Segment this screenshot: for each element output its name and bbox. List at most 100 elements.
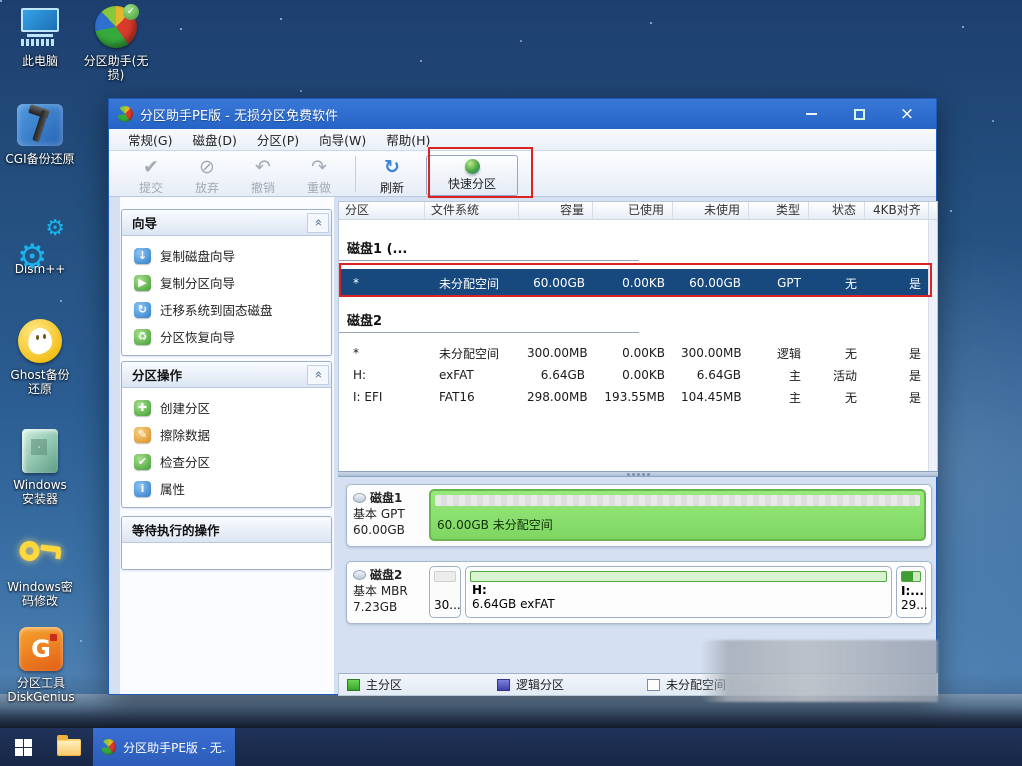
redo-arrow-icon: ↷	[311, 156, 327, 178]
sidebar-item-erase-data[interactable]: ✎ 擦除数据	[122, 421, 331, 448]
sidebar-item-partition-recovery[interactable]: ♻ 分区恢复向导	[122, 323, 331, 350]
collapse-chevron-icon[interactable]: «	[307, 364, 329, 385]
sidebar-item-copy-partition-wizard[interactable]: ▶ 复制分区向导	[122, 269, 331, 296]
menu-help[interactable]: 帮助(H)	[377, 128, 439, 151]
col-unused[interactable]: 未使用	[673, 202, 749, 219]
menu-general[interactable]: 常规(G)	[119, 128, 181, 151]
legend-logical: 逻辑分区	[497, 676, 647, 693]
copy-partition-icon: ▶	[134, 274, 151, 291]
disk2-group-label[interactable]: 磁盘2	[339, 308, 639, 333]
disk1-unallocated-segment[interactable]: 60.00GB 未分配空间	[429, 489, 926, 541]
table-scrollbar[interactable]	[928, 220, 937, 471]
wizard-panel-header[interactable]: 向导 «	[122, 210, 331, 236]
recovery-icon: ♻	[134, 328, 151, 345]
desktop-icon-windows-installer[interactable]: Windows安装器	[8, 428, 72, 507]
col-capacity[interactable]: 容量	[519, 202, 593, 219]
taskbar-active-task[interactable]: 分区助手PE版 - 无...	[92, 728, 236, 766]
window-title: 分区助手PE版 - 无损分区免费软件	[140, 108, 339, 124]
desktop-icon-label: 分区工具 DiskGenius	[7, 676, 75, 705]
disk2-size: 7.23GB	[353, 600, 398, 615]
discard-icon: ⊘	[199, 156, 215, 178]
col-4kb[interactable]: 4KB对齐	[865, 202, 929, 219]
windows-installer-icon	[22, 428, 58, 474]
disk1-card[interactable]: 磁盘1 基本 GPT 60.00GB 60.00GB 未分配空间	[346, 484, 932, 547]
undo-button[interactable]: ↶ 撤销	[235, 153, 291, 196]
desktop-icon-this-pc[interactable]: 此电脑	[8, 4, 72, 68]
col-partition[interactable]: 分区	[339, 202, 425, 219]
ghost-backup-icon	[18, 318, 62, 364]
unallocated-chip	[647, 678, 660, 691]
disk2-unallocated-segment[interactable]: 30...	[429, 566, 461, 618]
logical-partition-chip	[497, 678, 510, 691]
menu-wizard[interactable]: 向导(W)	[310, 128, 375, 151]
col-used[interactable]: 已使用	[593, 202, 673, 219]
table-row-disk2-i-efi[interactable]: I: EFI FAT16 298.00MB 193.55MB 104.45MB …	[339, 386, 937, 408]
minimize-button[interactable]	[798, 104, 824, 124]
this-pc-icon	[21, 4, 59, 50]
commit-check-icon: ✔	[143, 156, 159, 178]
window-titlebar[interactable]: 分区助手PE版 - 无损分区免费软件 ×	[109, 99, 936, 129]
check-partition-icon: ✔	[134, 453, 151, 470]
close-button[interactable]: ×	[894, 104, 920, 124]
desktop-icon-cgi-backup[interactable]: CGI备份还原	[2, 102, 78, 166]
partition-ops-header[interactable]: 分区操作 «	[122, 362, 331, 388]
redo-button[interactable]: ↷ 重做	[291, 153, 347, 196]
table-row-disk2-h[interactable]: H: exFAT 6.64GB 0.00KB 6.64GB 主 活动 是	[339, 364, 937, 386]
windows-password-key-icon	[15, 530, 63, 576]
col-type[interactable]: 类型	[749, 202, 809, 219]
folder-icon	[57, 734, 81, 756]
disk-icon	[353, 570, 366, 581]
properties-info-icon: i	[134, 480, 151, 497]
start-button[interactable]	[0, 728, 46, 766]
quick-partition-button[interactable]: 快速分区	[426, 155, 518, 196]
quick-partition-icon	[464, 159, 480, 174]
desktop-icon-diskgenius[interactable]: G 分区工具 DiskGenius	[4, 626, 78, 705]
disk2-h-segment[interactable]: H: 6.64GB exFAT	[465, 566, 892, 618]
app-icon	[117, 106, 133, 122]
menu-partition[interactable]: 分区(P)	[248, 128, 308, 151]
col-filesystem[interactable]: 文件系统	[425, 202, 519, 219]
sidebar-item-create-partition[interactable]: ✚ 创建分区	[122, 394, 331, 421]
file-explorer-button[interactable]	[46, 728, 92, 766]
dism-gears-icon: ⚙ ⚙	[17, 216, 65, 277]
sidebar-item-migrate-to-ssd[interactable]: ↻ 迁移系统到固态磁盘	[122, 296, 331, 323]
maximize-button[interactable]	[846, 104, 872, 124]
col-status[interactable]: 状态	[809, 202, 865, 219]
disk1-size: 60.00GB	[353, 523, 405, 538]
desktop-icon-dism[interactable]: ⚙ ⚙ Dism++	[8, 212, 72, 277]
window-body: 向导 « ↓ 复制磁盘向导 ▶ 复制分区向导 ↻ 迁移系统到固态磁盘 ♻ 分区恢…	[109, 197, 938, 696]
refresh-button[interactable]: ↻ 刷新	[364, 153, 420, 196]
desktop-icon-label: 此电脑	[21, 54, 58, 68]
desktop-icon-windows-password[interactable]: Windows密码修改	[6, 530, 74, 609]
sidebar-item-copy-disk-wizard[interactable]: ↓ 复制磁盘向导	[122, 242, 331, 269]
partition-assistant-icon: ✓	[95, 4, 139, 50]
partition-assistant-window: 分区助手PE版 - 无损分区免费软件 × 常规(G) 磁盘(D) 分区(P) 向…	[108, 98, 938, 696]
toolbar-separator	[355, 156, 356, 192]
commit-button[interactable]: ✔ 提交	[123, 153, 179, 196]
desktop-icon-ghost-backup[interactable]: Ghost备份还原	[6, 318, 74, 397]
disk1-type: 基本 GPT	[353, 507, 405, 522]
screen-artifact-overlay	[700, 640, 938, 702]
disk1-group-label[interactable]: 磁盘1 (...	[339, 236, 639, 261]
disk2-card[interactable]: 磁盘2 基本 MBR 7.23GB 30... H: 6.64GB exFAT …	[346, 561, 932, 624]
sidebar-item-check-partition[interactable]: ✔ 检查分区	[122, 448, 331, 475]
desktop-icon-partition-assistant[interactable]: ✓ 分区助手(无损)	[80, 4, 152, 83]
desktop-icon-label: Windows密码修改	[7, 580, 73, 609]
wizard-panel: 向导 « ↓ 复制磁盘向导 ▶ 复制分区向导 ↻ 迁移系统到固态磁盘 ♻ 分区恢…	[121, 209, 332, 356]
legend-primary: 主分区	[347, 676, 497, 693]
create-partition-icon: ✚	[134, 399, 151, 416]
discard-button[interactable]: ⊘ 放弃	[179, 153, 235, 196]
desktop-icon-label: Windows安装器	[13, 478, 67, 507]
windows-logo-icon	[14, 738, 32, 756]
table-row-disk2-unallocated[interactable]: * 未分配空间 300.00MB 0.00KB 300.00MB 逻辑 无 是	[339, 342, 937, 364]
toolbar: ✔ 提交 ⊘ 放弃 ↶ 撤销 ↷ 重做 ↻ 刷新 快速分区	[109, 151, 936, 197]
partition-table: 分区 文件系统 容量 已使用 未使用 类型 状态 4KB对齐 磁盘1 (... …	[338, 201, 938, 471]
collapse-chevron-icon[interactable]: «	[307, 212, 329, 233]
sidebar-item-properties[interactable]: i 属性	[122, 475, 331, 502]
menu-disk[interactable]: 磁盘(D)	[183, 128, 245, 151]
disk2-i-segment[interactable]: I:... 29...	[896, 566, 928, 618]
table-row-disk1-unallocated[interactable]: * 未分配空间 60.00GB 0.00KB 60.00GB GPT 无 是	[339, 269, 937, 297]
pending-operations-header[interactable]: 等待执行的操作 «	[122, 517, 331, 543]
wallpaper-stars	[0, 0, 2, 2]
pending-operations-empty	[122, 543, 331, 569]
